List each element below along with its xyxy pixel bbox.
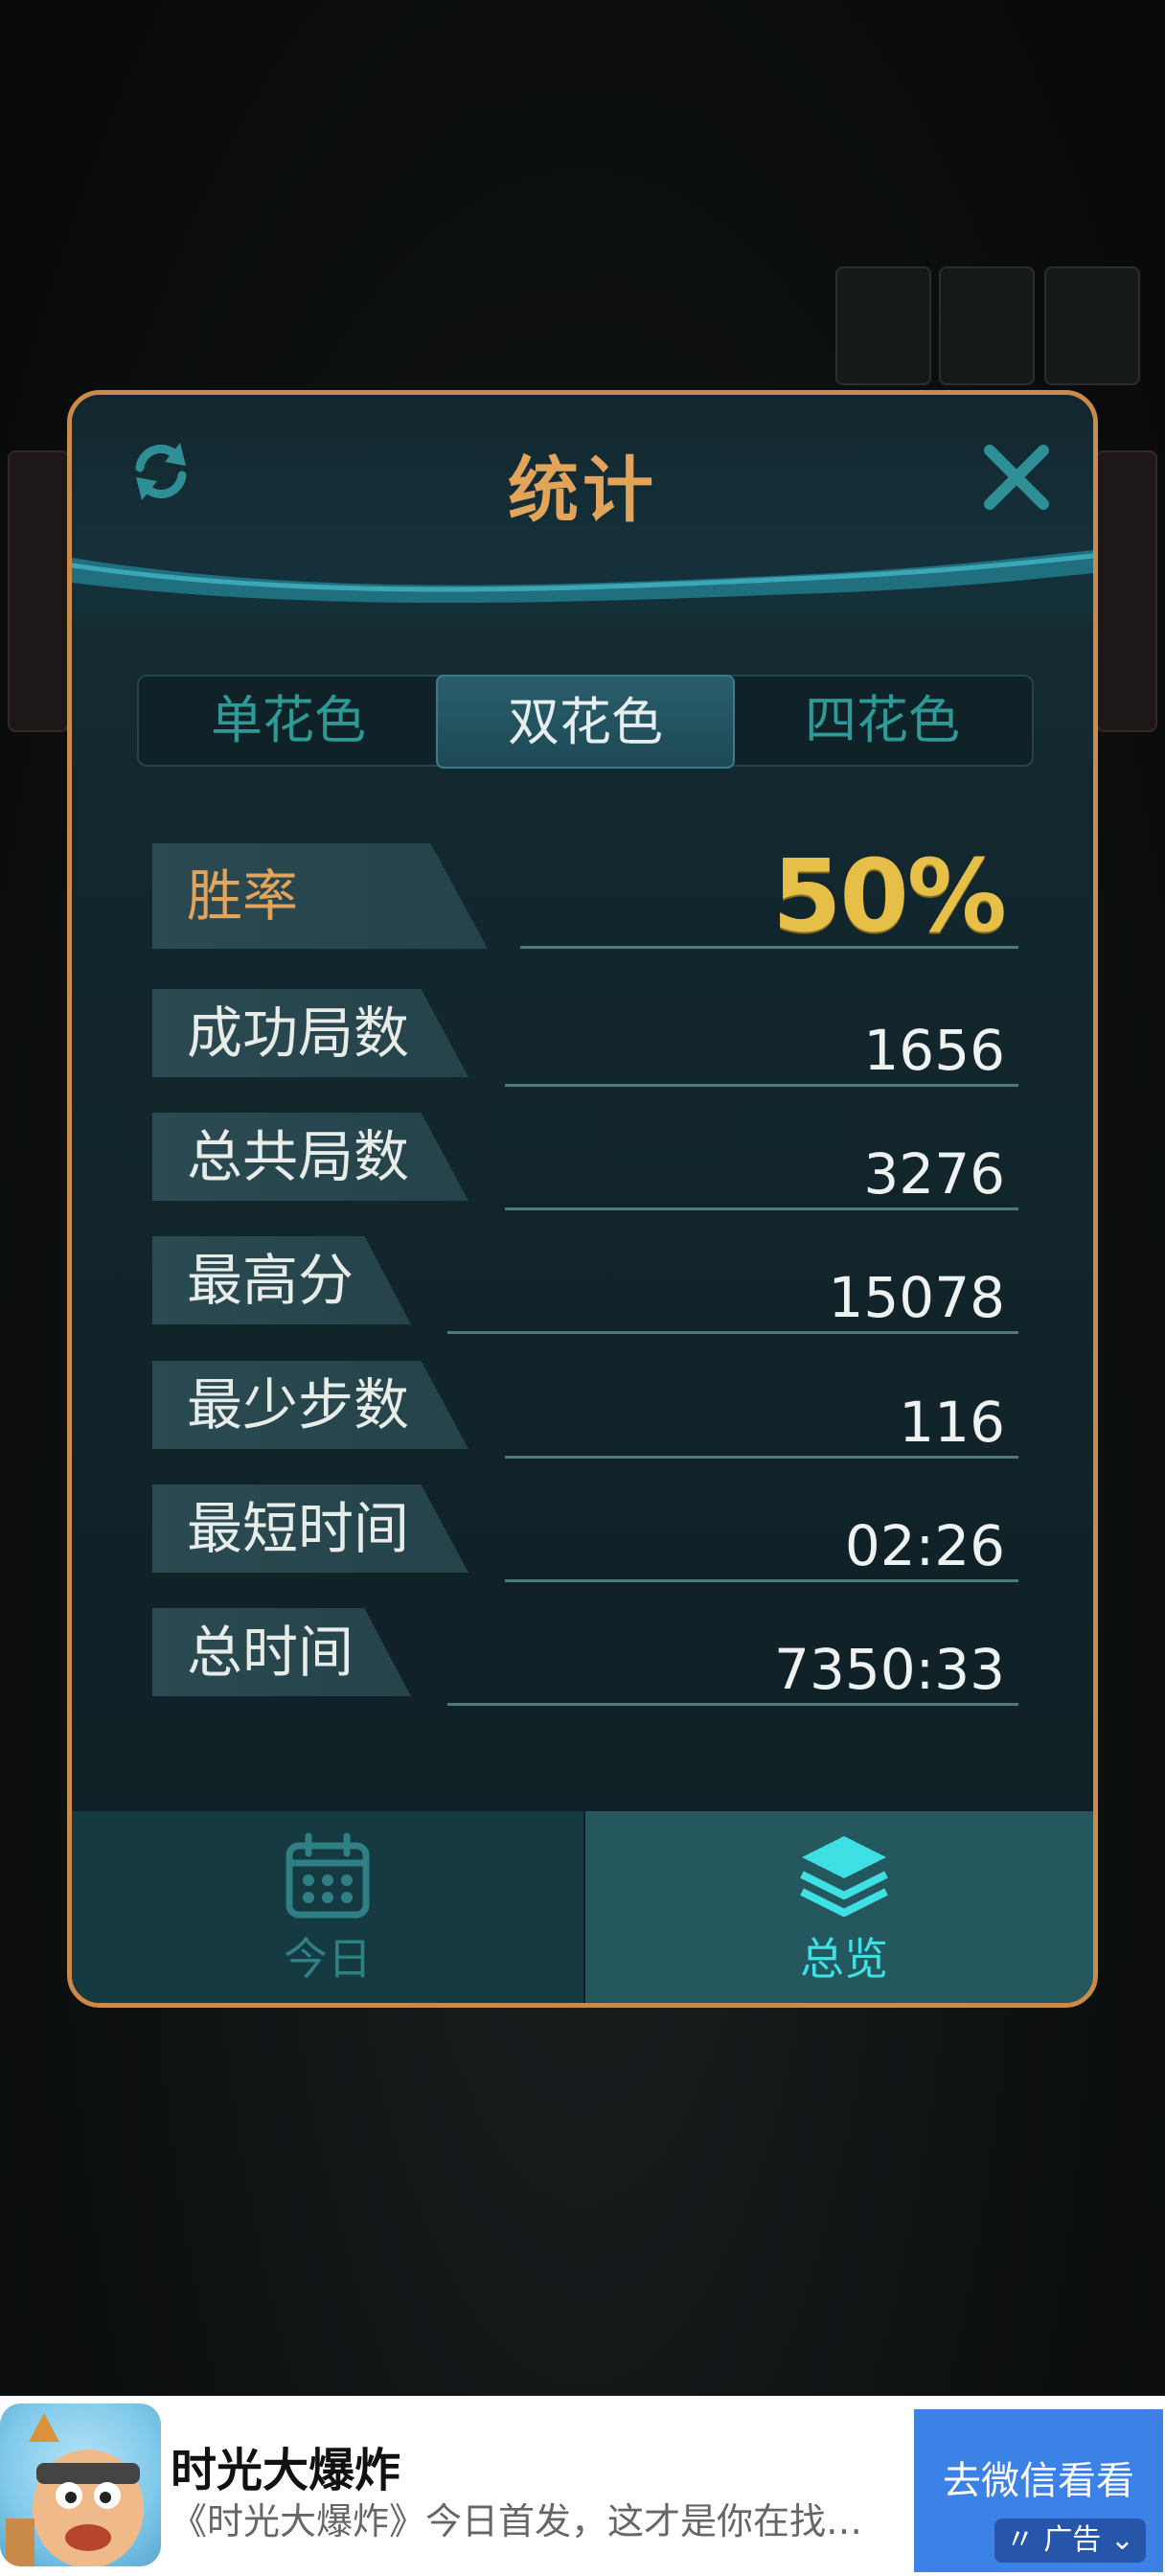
stat-value: 02:26 (844, 1513, 1005, 1578)
stat-row-total-time: 总时间 7350:33 (152, 1608, 1018, 1715)
stat-underline (447, 1703, 1018, 1706)
suit-selector: 单花色 双花色 四花色 (137, 675, 1034, 769)
stat-underline (505, 1084, 1018, 1087)
stat-row-games-won: 成功局数 1656 (152, 989, 1018, 1096)
close-button[interactable] (980, 441, 1053, 514)
stat-label: 总时间 (152, 1608, 411, 1696)
dialog-title: 统计 (508, 449, 657, 532)
tab-overview-label: 总览 (800, 1933, 888, 1985)
cartoon-character-icon (6, 2413, 144, 2566)
tab-four-suits[interactable]: 四花色 (733, 675, 1032, 769)
background-card (835, 266, 931, 385)
stat-row-win-rate: 胜率 50% (152, 838, 1018, 958)
stat-value: 7350:33 (774, 1637, 1005, 1702)
stat-underline (505, 1456, 1018, 1459)
ad-app-icon[interactable] (0, 2404, 161, 2566)
stats-dialog: 统计 单花色 双花色 四花色 胜率 50% 成功局数 1656 总共局数 327… (67, 390, 1098, 2008)
header-wave-decoration (72, 550, 1093, 604)
calendar-icon (286, 1832, 370, 1919)
background-card (1044, 266, 1140, 385)
background-card (8, 450, 69, 732)
tab-one-suit[interactable]: 单花色 (139, 675, 438, 769)
ad-badge-label: 广告 (1043, 2523, 1102, 2557)
tab-two-suits[interactable]: 双花色 (436, 675, 735, 769)
ad-cta-button[interactable]: 去微信看看 〃 广告 ⌄ (914, 2409, 1163, 2572)
ad-logo-icon: 〃 (1005, 2523, 1035, 2557)
refresh-icon (135, 443, 187, 500)
stat-value: 1656 (863, 1018, 1005, 1083)
close-icon (984, 445, 1049, 510)
background-card (1096, 450, 1157, 732)
tab-overview[interactable]: 总览 (585, 1811, 1093, 2003)
dialog-header: 统计 (72, 395, 1093, 615)
ad-cta-label: 去微信看看 (943, 2459, 1134, 2503)
stat-label: 成功局数 (152, 989, 468, 1077)
stat-label: 最少步数 (152, 1361, 468, 1449)
ad-badge[interactable]: 〃 广告 ⌄ (994, 2518, 1146, 2563)
ad-banner[interactable]: 时光大爆炸 《时光大爆炸》今日首发，这才是你在找… 去微信看看 〃 广告 ⌄ (0, 2396, 1165, 2576)
stat-value: 116 (899, 1390, 1005, 1455)
ad-title: 时光大爆炸 (171, 2444, 401, 2497)
stat-label: 总共局数 (152, 1113, 468, 1201)
stat-row-fewest-moves: 最少步数 116 (152, 1361, 1018, 1468)
stat-label: 最短时间 (152, 1484, 468, 1573)
stat-underline (447, 1331, 1018, 1334)
stat-value: 3276 (863, 1141, 1005, 1207)
layers-icon (800, 1836, 888, 1917)
stat-label: 最高分 (152, 1236, 411, 1324)
stat-value: 15078 (828, 1265, 1005, 1330)
ad-description: 《时光大爆炸》今日首发，这才是你在找… (171, 2500, 863, 2542)
stat-value: 50% (772, 838, 1007, 954)
stat-label: 胜率 (152, 843, 488, 949)
tab-today[interactable]: 今日 (72, 1811, 583, 2003)
stat-row-shortest-time: 最短时间 02:26 (152, 1484, 1018, 1592)
stat-row-high-score: 最高分 15078 (152, 1236, 1018, 1344)
stat-row-games-played: 总共局数 3276 (152, 1113, 1018, 1220)
tab-today-label: 今日 (284, 1933, 372, 1985)
reset-button[interactable] (125, 435, 197, 508)
chevron-down-icon: ⌄ (1109, 2523, 1134, 2557)
stat-underline (505, 1208, 1018, 1210)
stat-underline (505, 1579, 1018, 1582)
bottom-tab-bar: 今日 总览 (72, 1811, 1093, 2003)
background-card (939, 266, 1035, 385)
